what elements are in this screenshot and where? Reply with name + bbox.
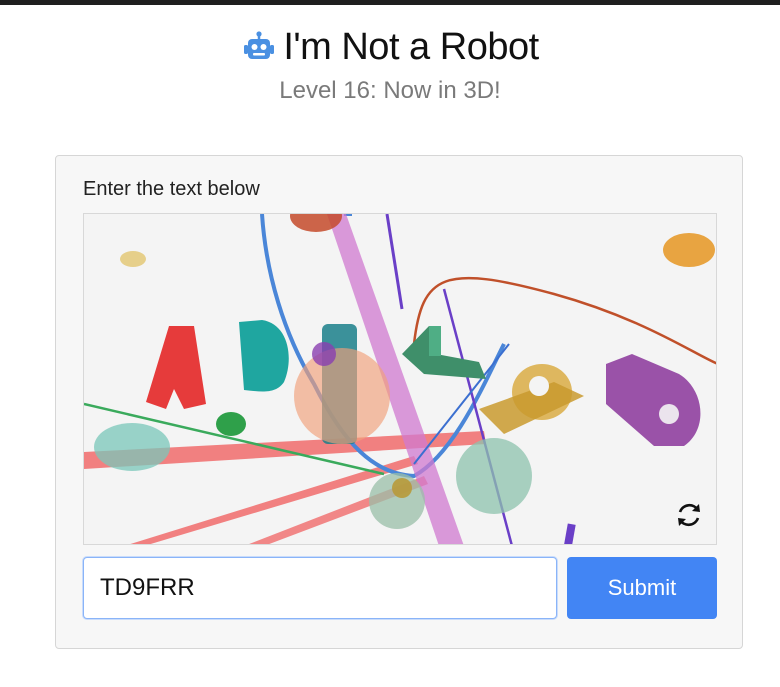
purple-letter bbox=[606, 354, 701, 446]
purple-stub bbox=[563, 523, 576, 544]
mint-disc bbox=[94, 423, 170, 471]
captcha-canvas bbox=[83, 213, 717, 545]
purple-letter-hole bbox=[659, 404, 679, 424]
robot-icon bbox=[241, 30, 277, 66]
submit-button[interactable]: Submit bbox=[567, 557, 717, 619]
top-bar bbox=[0, 0, 780, 5]
page-header: I'm Not a Robot Level 16: Now in 3D! bbox=[0, 26, 780, 105]
letter-d bbox=[239, 320, 289, 392]
orange-blob bbox=[663, 233, 715, 267]
tan-blob bbox=[120, 251, 146, 267]
level-subtitle: Level 16: Now in 3D! bbox=[279, 77, 501, 104]
captcha-card: Enter the text below TD9FRR Submit bbox=[55, 155, 743, 649]
gold-bead bbox=[392, 478, 412, 498]
mint-sphere bbox=[456, 438, 532, 514]
letter-e-part bbox=[429, 326, 441, 356]
orange-sphere bbox=[294, 348, 390, 444]
title-row: I'm Not a Robot bbox=[0, 26, 780, 69]
captcha-answer-input[interactable] bbox=[83, 557, 557, 619]
refresh-icon[interactable] bbox=[672, 498, 706, 532]
page-title: I'm Not a Robot bbox=[283, 26, 539, 68]
purple-line bbox=[385, 214, 404, 310]
gold-ring-hole bbox=[529, 376, 549, 396]
purple-ball bbox=[312, 342, 336, 366]
captcha-instruction: Enter the text below bbox=[83, 178, 260, 200]
green-dot bbox=[216, 412, 246, 436]
captcha-scene bbox=[84, 214, 716, 544]
letter-a bbox=[146, 326, 206, 409]
